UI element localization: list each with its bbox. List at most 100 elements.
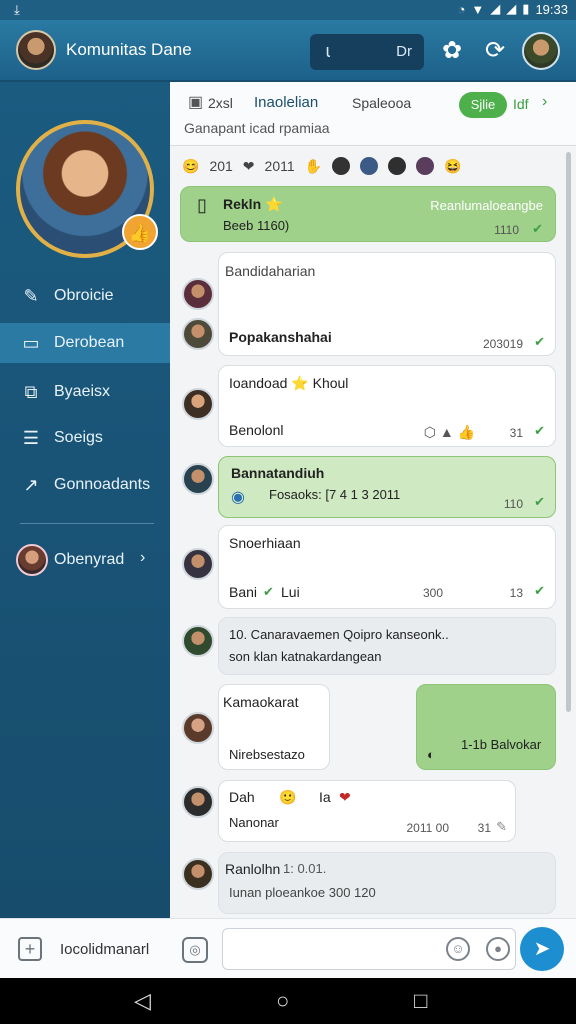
- signal2-icon: ◢: [506, 1, 517, 16]
- message-bubble[interactable]: ▯ Rekln ⭐ Beeb 1160) Reanlumaloeangbe 11…: [180, 186, 556, 242]
- search-text: Dr: [396, 43, 412, 60]
- message-bubble[interactable]: Snoerhiaan Bani ✔ Lui 300 13 ✔: [218, 525, 556, 609]
- avatar[interactable]: [182, 318, 214, 350]
- message-text: Popakanshahai: [229, 329, 332, 345]
- sidebar-item-label: Soeigs: [54, 429, 103, 446]
- sidebar: 👍 ✎ Obroicie ▭ Derobean ⧉ Byaeisx ☰ Soei…: [0, 82, 170, 918]
- send-button[interactable]: ➤: [520, 927, 564, 971]
- emoji-icon[interactable]: ☺: [446, 937, 470, 961]
- edit-icon: ✎: [496, 819, 507, 834]
- avatar: [16, 544, 48, 576]
- sidebar-user[interactable]: Obenyrad ›: [0, 540, 170, 580]
- system-nav-bar: ◁ ○ □: [0, 978, 576, 1024]
- message-bubble[interactable]: Ioandoad ⭐ Khoul Benolonl ⬡ ▲ 👍 31 ✔: [218, 365, 556, 447]
- sidebar-divider: [20, 523, 154, 524]
- channel-name[interactable]: Inaolelian: [254, 94, 318, 111]
- smile-icon: 🙂: [279, 789, 297, 805]
- laugh-icon[interactable]: 😆: [444, 158, 461, 175]
- avatar[interactable]: [182, 463, 214, 495]
- sidebar-item-label: Byaeisx: [54, 383, 111, 400]
- message-bubble[interactable]: ◐ 1-1b Balvokar: [416, 684, 556, 770]
- check-icon: ✔: [534, 583, 545, 598]
- back-icon[interactable]: ◁: [134, 988, 151, 1014]
- avatar[interactable]: [182, 548, 214, 580]
- sidebar-item-label: Derobean: [54, 334, 125, 351]
- hand-icon[interactable]: ✋: [305, 158, 322, 175]
- settings-gear-icon[interactable]: ✿: [437, 36, 467, 66]
- info-link[interactable]: Idf: [513, 96, 529, 112]
- sidebar-item-2[interactable]: ⧉ Byaeisx: [0, 372, 170, 412]
- message-bubble[interactable]: Kamaokarat Nirebsestazo: [218, 684, 330, 770]
- share-icon[interactable]: ⟳: [480, 36, 510, 66]
- sidebar-item-label: Obroicie: [54, 287, 114, 304]
- add-icon[interactable]: +: [18, 937, 42, 961]
- avatar[interactable]: [182, 858, 214, 890]
- message-input[interactable]: [222, 928, 516, 970]
- signal-icon: ◢: [490, 1, 501, 16]
- join-button[interactable]: Sjlie: [459, 92, 507, 118]
- camera-icon[interactable]: ◎: [182, 937, 208, 963]
- sidebar-item-0[interactable]: ✎ Obroicie: [0, 276, 170, 316]
- sidebar-item-1[interactable]: ▭ Derobean: [0, 323, 170, 363]
- smile-icon[interactable]: 😊: [182, 158, 199, 175]
- recents-icon[interactable]: □: [414, 988, 427, 1014]
- message-bubble[interactable]: Ranlolhn 1: 0.01. Iunan ploeankoe 300 12…: [218, 852, 556, 914]
- mic-icon[interactable]: ●: [486, 937, 510, 961]
- avatar[interactable]: [182, 388, 214, 420]
- message-text: Fosaoks: [7 4 1 3 2011: [269, 487, 401, 502]
- battery-icon: ▮: [522, 1, 530, 16]
- community-avatar[interactable]: [16, 30, 56, 70]
- channel-description: Ganapant icad rpamiaa: [184, 120, 330, 136]
- message-bubble[interactable]: Bandidaharian Popakanshahai 203019 ✔: [218, 252, 556, 356]
- shield-icon: ◐: [427, 747, 435, 762]
- avatar[interactable]: [360, 157, 379, 175]
- avatar[interactable]: [332, 157, 351, 175]
- check-icon: ✔: [534, 423, 545, 438]
- message-text: Lui: [281, 584, 300, 600]
- channel-subtitle: Spaleooa: [352, 95, 412, 111]
- avatar[interactable]: [182, 625, 214, 657]
- message-sender: Dah: [229, 789, 255, 805]
- search-box[interactable]: ɩ Dr: [310, 34, 424, 70]
- check-icon: ✔: [263, 584, 274, 599]
- message-time: 31: [477, 821, 491, 835]
- sidebar-item-3[interactable]: ☰ Soeigs: [0, 418, 170, 458]
- profile-avatar[interactable]: 👍: [16, 120, 158, 258]
- reaction-icons[interactable]: ⬡ ▲ 👍: [424, 424, 475, 441]
- alarm-icon: ◔: [457, 1, 466, 17]
- message-sender: Ioandoad ⭐ Khoul: [229, 375, 349, 391]
- message-bubble[interactable]: 10. Canaravaemen Qoipro kanseonk.. son k…: [218, 617, 556, 675]
- message-sender: Kamaokarat: [223, 694, 299, 710]
- like-badge-icon[interactable]: 👍: [122, 214, 158, 250]
- download-icon: ⤓: [14, 2, 20, 17]
- sidebar-user-label: Obenyrad: [54, 551, 125, 568]
- message-time: 203019: [482, 337, 523, 351]
- avatar[interactable]: [182, 786, 214, 818]
- chevron-right-icon[interactable]: ›: [542, 93, 547, 111]
- message-time: 1110: [494, 223, 519, 237]
- message-text: Nanonar: [229, 815, 279, 830]
- home-icon[interactable]: ○: [276, 988, 289, 1014]
- document-icon: ☰: [22, 428, 40, 448]
- message-bubble[interactable]: Bannatandiuh ◉ Fosaoks: [7 4 1 3 2011 11…: [218, 456, 556, 518]
- avatar[interactable]: [416, 157, 435, 175]
- message-bubble[interactable]: Dah 🙂 Ia ❤ Nanonar 2011 00 31 ✎: [218, 780, 516, 842]
- check-icon: ✔: [534, 494, 545, 509]
- message-text: Beeb 1160): [223, 218, 290, 233]
- chart-icon: ⧉: [24, 382, 38, 402]
- avatar[interactable]: [182, 712, 214, 744]
- app-bar: Komunitas Dane ɩ Dr ✿ ⟳: [0, 20, 576, 82]
- message-sender: Bannatandiuh: [231, 465, 325, 481]
- user-avatar[interactable]: [522, 32, 560, 70]
- scrollbar[interactable]: [566, 152, 571, 712]
- heart-icon[interactable]: ❤: [243, 158, 255, 175]
- search-icon: ɩ: [326, 41, 330, 61]
- channel-header: ▣ 2xsl Inaolelian Spaleooa Sjlie Idf › G…: [170, 82, 576, 146]
- sidebar-item-4[interactable]: ↗ Gonnoadants: [0, 465, 170, 505]
- message-text: son klan katnakardangean: [229, 649, 382, 664]
- composer-label[interactable]: Iocolidmanarl: [60, 941, 149, 958]
- message-text: Nirebsestazo: [229, 747, 305, 762]
- reaction-bar: 😊 201 ❤ 2011 ✋ 😆: [182, 156, 462, 176]
- avatar[interactable]: [182, 278, 214, 310]
- avatar[interactable]: [388, 157, 407, 175]
